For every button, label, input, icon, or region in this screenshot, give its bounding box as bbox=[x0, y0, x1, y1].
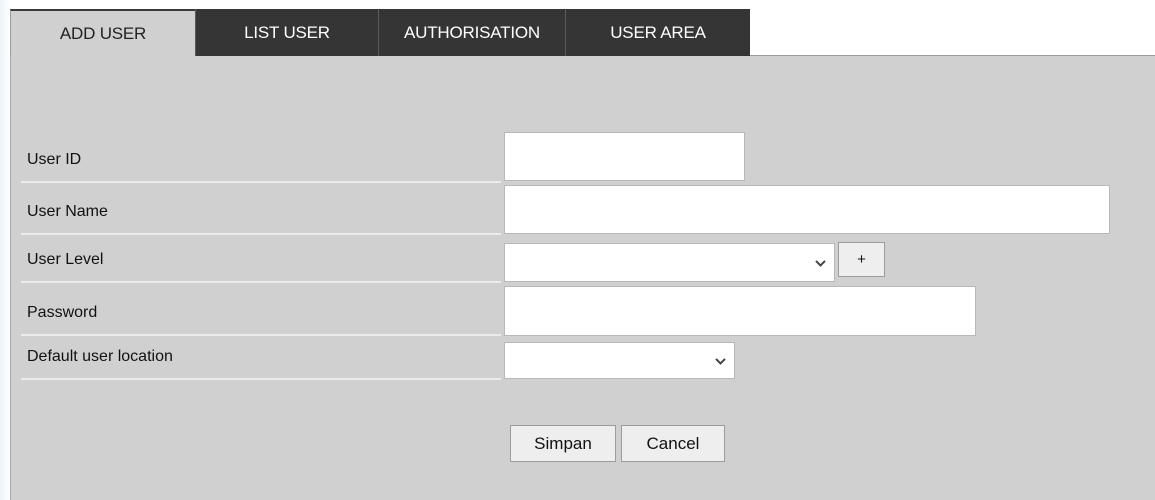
tab-bar: ADD USER LIST USER AUTHORISATION USER AR… bbox=[10, 9, 1155, 56]
add-user-level-label: + bbox=[857, 251, 866, 268]
password-input[interactable] bbox=[504, 286, 976, 336]
tab-user-area-label: USER AREA bbox=[610, 22, 706, 42]
cancel-button[interactable]: Cancel bbox=[621, 425, 725, 462]
cancel-button-label: Cancel bbox=[646, 433, 700, 453]
user-level-select[interactable] bbox=[504, 243, 835, 282]
left-edge-decoration bbox=[0, 0, 10, 500]
user-name-input[interactable] bbox=[504, 185, 1110, 234]
form-row-user-level: User Level bbox=[21, 235, 501, 283]
tab-authorisation-label: AUTHORISATION bbox=[404, 22, 540, 42]
user-name-label: User Name bbox=[27, 203, 108, 220]
page: ADD USER LIST USER AUTHORISATION USER AR… bbox=[0, 0, 1155, 500]
form-row-user-id: User ID bbox=[21, 133, 501, 183]
chevron-down-icon bbox=[815, 259, 826, 267]
tab-list-user[interactable]: LIST USER bbox=[195, 9, 378, 56]
user-level-label: User Level bbox=[27, 251, 104, 268]
user-id-input[interactable] bbox=[504, 132, 745, 181]
tab-add-user-label: ADD USER bbox=[59, 23, 147, 43]
tab-list-user-label: LIST USER bbox=[244, 22, 330, 42]
save-button[interactable]: Simpan bbox=[510, 425, 616, 462]
tab-authorisation[interactable]: AUTHORISATION bbox=[378, 9, 565, 56]
password-label: Password bbox=[27, 304, 98, 321]
default-location-label: Default user location bbox=[27, 348, 173, 365]
form-row-default-location: Default user location bbox=[21, 336, 501, 380]
default-location-select[interactable] bbox=[504, 342, 735, 379]
add-user-panel: User ID User Name User Level + Password … bbox=[10, 56, 1155, 500]
chevron-down-icon bbox=[715, 357, 726, 365]
tab-add-user[interactable]: ADD USER bbox=[10, 9, 195, 56]
user-id-label: User ID bbox=[27, 151, 82, 168]
save-button-label: Simpan bbox=[534, 433, 592, 453]
form-row-password: Password bbox=[21, 283, 501, 336]
form-row-user-name: User Name bbox=[21, 185, 501, 235]
add-user-level-button[interactable]: + bbox=[838, 242, 885, 277]
tab-user-area[interactable]: USER AREA bbox=[565, 9, 750, 56]
